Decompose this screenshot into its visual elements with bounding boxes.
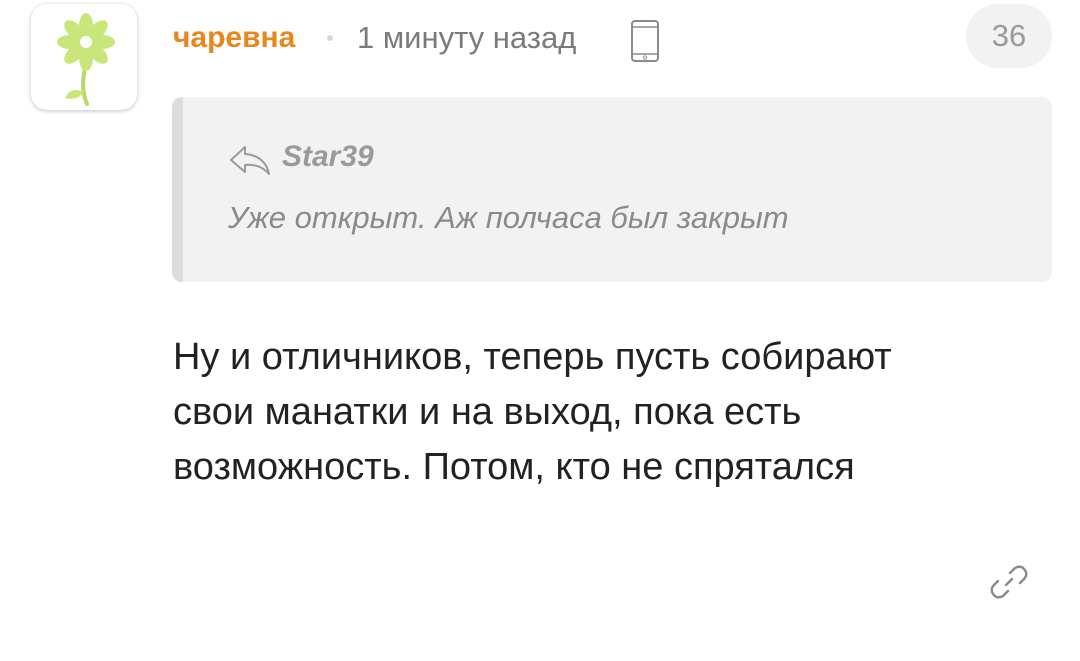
link-icon[interactable] [987, 560, 1031, 604]
quote-author[interactable]: Star39 [282, 137, 374, 177]
quote-bar [172, 97, 183, 282]
comment-timestamp: 1 минуту назад [357, 20, 577, 55]
phone-icon [631, 20, 659, 62]
quoted-reply[interactable]: Star39 Уже открыт. Аж полчаса был закрыт [172, 97, 1052, 282]
comment-line: Ну и отличников, теперь пусть собирают [173, 336, 892, 378]
quote-text: Уже открыт. Аж полчаса был закрыт [228, 200, 789, 235]
comment-score-badge[interactable]: 36 [966, 4, 1052, 68]
comment-author[interactable]: чаревна [173, 18, 295, 58]
meta-separator-dot [327, 35, 333, 41]
comment-line: возможность. Потом, кто не спрятался [173, 446, 855, 488]
flower-avatar-icon [57, 13, 115, 106]
comment-line: свои манатки и на выход, пока есть [173, 391, 802, 433]
reply-arrow-icon [230, 146, 270, 175]
user-avatar[interactable] [31, 4, 137, 110]
comment-body: Ну и отличников, теперь пусть собирают с… [173, 330, 1043, 495]
